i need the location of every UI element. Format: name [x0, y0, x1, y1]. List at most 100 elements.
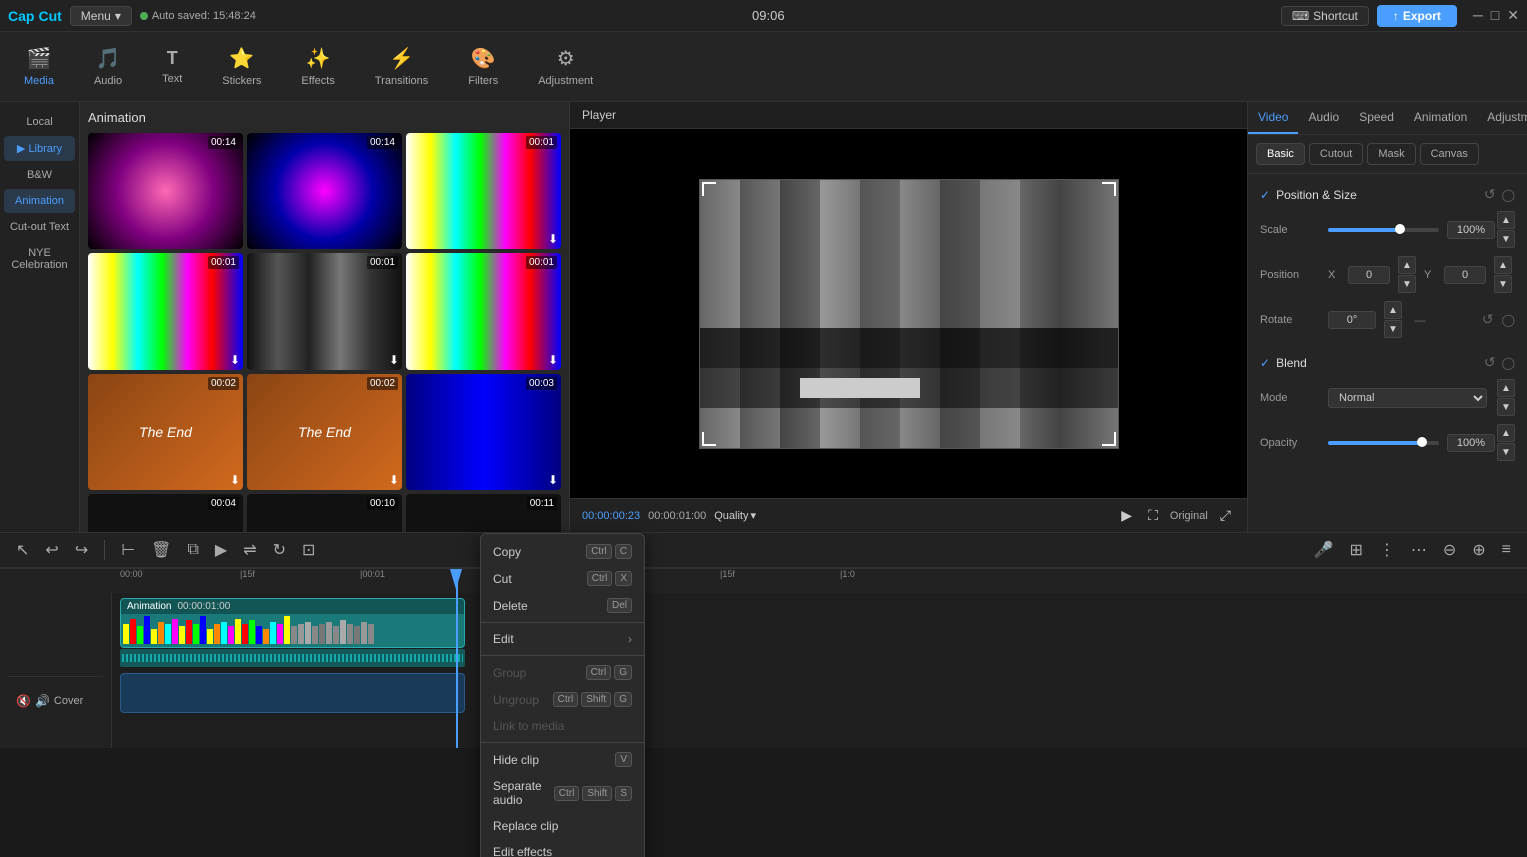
blend-mode-select[interactable]: Normal Multiply Screen Overlay — [1328, 388, 1487, 408]
download-icon[interactable]: ⬇ — [389, 473, 399, 487]
close-icon[interactable]: ✕ — [1507, 7, 1519, 24]
blend-expand-icon[interactable]: ◯ — [1502, 356, 1515, 370]
volume-icon[interactable]: 🔊 — [35, 694, 50, 708]
play-btn[interactable]: ▶ — [211, 538, 231, 562]
sidebar-item-cutout[interactable]: Cut-out Text — [4, 215, 75, 239]
download-icon[interactable]: ⬇ — [389, 353, 399, 367]
rotate-input[interactable] — [1328, 311, 1376, 329]
download-icon[interactable]: ⬇ — [548, 353, 558, 367]
tool-transitions[interactable]: ⚡ Transitions — [367, 42, 436, 91]
media-thumb-bluebar[interactable]: 00:03 ⬇ — [406, 374, 561, 490]
tab-video[interactable]: Video — [1248, 102, 1298, 134]
cover-clip[interactable] — [120, 673, 465, 713]
rot-up-btn[interactable]: ▲ — [1384, 301, 1402, 319]
crop-btn[interactable]: ⊡ — [298, 538, 319, 562]
ctx-copy[interactable]: Copy Ctrl C — [481, 538, 644, 565]
position-x-input[interactable] — [1348, 266, 1390, 284]
scale-input[interactable] — [1447, 221, 1495, 239]
tool-effects[interactable]: ✨ Effects — [293, 42, 342, 91]
media-thumb-colorbar2[interactable]: 00:01 ⬇ — [88, 253, 243, 369]
tool-text[interactable]: T Text — [154, 44, 190, 89]
download-icon[interactable]: ⬇ — [548, 473, 558, 487]
rotate-reset-icon[interactable]: ↺ — [1482, 311, 1494, 328]
media-thumb-darkcolorbar[interactable]: 00:01 ⬇ — [247, 253, 402, 369]
position-y-input[interactable] — [1444, 266, 1486, 284]
tab-adjustment[interactable]: Adjustm... — [1477, 102, 1527, 134]
ctx-edit[interactable]: Edit › — [481, 626, 644, 652]
tool-stickers[interactable]: ⭐ Stickers — [214, 42, 269, 91]
ctx-cut[interactable]: Cut Ctrl X — [481, 565, 644, 592]
ctx-replace-clip[interactable]: Replace clip — [481, 813, 644, 839]
blend-reset-icon[interactable]: ↺ — [1484, 354, 1496, 371]
ctx-edit-effects[interactable]: Edit effects — [481, 839, 644, 857]
media-thumb-colorbar3[interactable]: 00:01 ⬇ — [406, 253, 561, 369]
tab-animation[interactable]: Animation — [1404, 102, 1477, 134]
rotate-tl-btn[interactable]: ↻ — [269, 538, 290, 562]
subtab-mask[interactable]: Mask — [1367, 143, 1415, 165]
ctx-hide-clip[interactable]: Hide clip V — [481, 746, 644, 773]
opacity-up-btn[interactable]: ▲ — [1497, 424, 1515, 442]
magnet-btn[interactable]: ⋯ — [1407, 538, 1431, 562]
quality-selector[interactable]: Quality ▾ — [714, 509, 756, 522]
pos-y-down-btn[interactable]: ▼ — [1494, 275, 1512, 293]
redo-btn[interactable]: ↪ — [71, 538, 92, 562]
expand-icon[interactable]: ◯ — [1502, 188, 1515, 202]
select-tool-btn[interactable]: ↖ — [12, 538, 33, 562]
undo-btn[interactable]: ↩ — [41, 538, 62, 562]
pos-y-up-btn[interactable]: ▲ — [1494, 256, 1512, 274]
tab-speed[interactable]: Speed — [1349, 102, 1404, 134]
media-thumb-theend2[interactable]: The End 00:02 ⬇ — [247, 374, 402, 490]
sidebar-item-library[interactable]: ▶ Library — [4, 136, 75, 161]
maximize-icon[interactable]: □ — [1491, 7, 1499, 24]
duplicate-btn[interactable]: ⧉ — [183, 539, 202, 561]
reset-icon[interactable]: ↺ — [1484, 186, 1496, 203]
ctx-separate-audio[interactable]: Separate audio Ctrl Shift S — [481, 773, 644, 813]
subtab-canvas[interactable]: Canvas — [1420, 143, 1479, 165]
tool-audio[interactable]: 🎵 Audio — [86, 42, 130, 91]
media-thumb-triangle[interactable]: 00:11 — [406, 494, 561, 532]
subtab-cutout[interactable]: Cutout — [1309, 143, 1363, 165]
media-thumb-arch[interactable]: 00:04 — [88, 494, 243, 532]
tool-media[interactable]: 🎬 Media — [16, 42, 62, 91]
sidebar-item-local[interactable]: Local — [4, 110, 75, 134]
fullscreen-button[interactable]: ⛶ — [1144, 505, 1162, 526]
subtab-basic[interactable]: Basic — [1256, 143, 1305, 165]
shortcut-button[interactable]: ⌨ Shortcut — [1281, 6, 1369, 26]
animation-clip[interactable]: Animation 00:00:01:00 — [120, 598, 465, 648]
zoom-out-btn[interactable]: ⊖ — [1439, 538, 1460, 562]
snap-btn[interactable]: ⋮ — [1375, 538, 1399, 562]
pos-x-up-btn[interactable]: ▲ — [1398, 256, 1416, 274]
download-icon[interactable]: ⬇ — [548, 232, 558, 246]
download-icon[interactable]: ⬇ — [230, 473, 240, 487]
media-thumb-theend1[interactable]: The End 00:02 ⬇ — [88, 374, 243, 490]
opacity-slider[interactable] — [1328, 441, 1439, 445]
zoom-in-btn[interactable]: ⊕ — [1468, 538, 1489, 562]
blend-mode-up-btn[interactable]: ▲ — [1497, 379, 1515, 397]
media-thumb-colorbar1[interactable]: 00:01 ⬇ — [406, 133, 561, 249]
ctx-delete[interactable]: Delete Del — [481, 592, 644, 619]
download-icon[interactable]: ⬇ — [230, 353, 240, 367]
play-button[interactable]: ▶ — [1117, 505, 1136, 526]
minimize-icon[interactable]: ─ — [1473, 7, 1483, 24]
fit-btn[interactable]: ⊞ — [1345, 538, 1366, 562]
split-btn[interactable]: ⊢ — [117, 538, 139, 562]
export-button[interactable]: ↑ Export — [1377, 5, 1457, 27]
blend-mode-down-btn[interactable]: ▼ — [1497, 398, 1515, 416]
tool-adjustment[interactable]: ⚙ Adjustment — [530, 42, 601, 91]
pos-x-down-btn[interactable]: ▼ — [1398, 275, 1416, 293]
sidebar-item-animation[interactable]: Animation — [4, 189, 75, 213]
menu-button[interactable]: Menu ▾ — [70, 6, 132, 26]
settings-tl-btn[interactable]: ≡ — [1498, 539, 1515, 561]
scale-slider[interactable] — [1328, 228, 1439, 232]
delete-btn[interactable]: 🗑 — [147, 538, 175, 562]
scale-down-btn[interactable]: ▼ — [1497, 230, 1515, 248]
opacity-down-btn[interactable]: ▼ — [1497, 443, 1515, 461]
mirror-btn[interactable]: ⇌ — [239, 538, 260, 562]
media-thumb-heart1[interactable]: 00:14 — [88, 133, 243, 249]
mic-btn[interactable]: 🎤 — [1310, 538, 1338, 562]
media-thumb-chevron[interactable]: 00:10 — [247, 494, 402, 532]
expand-button[interactable]: ⤢ — [1216, 505, 1235, 526]
rotate-expand-icon[interactable]: ◯ — [1502, 313, 1515, 327]
rot-down-btn[interactable]: ▼ — [1384, 320, 1402, 338]
sidebar-item-bw[interactable]: B&W — [4, 163, 75, 187]
